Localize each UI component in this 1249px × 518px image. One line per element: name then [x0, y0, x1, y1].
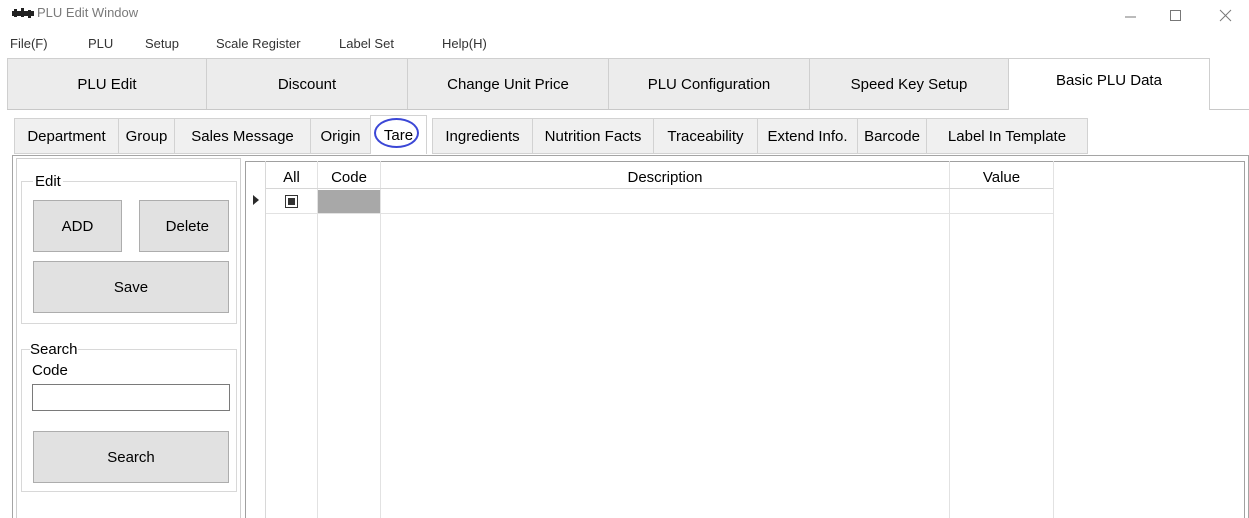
grid-col-divider: [317, 161, 318, 518]
subtab-extend-info[interactable]: Extend Info.: [757, 118, 858, 154]
menu-scale-register[interactable]: Scale Register: [216, 36, 301, 51]
column-header-all[interactable]: All: [266, 166, 317, 188]
subtab-group[interactable]: Group: [118, 118, 175, 154]
menu-plu[interactable]: PLU: [88, 36, 113, 51]
tare-data-grid[interactable]: [245, 161, 1245, 518]
subtab-sales-message[interactable]: Sales Message: [174, 118, 311, 154]
subtab-nutrition-facts[interactable]: Nutrition Facts: [532, 118, 654, 154]
tab-discount[interactable]: Discount: [206, 58, 408, 109]
minimize-button[interactable]: [1108, 0, 1154, 30]
maximize-icon: [1170, 10, 1181, 21]
grid-col-divider: [1053, 161, 1054, 518]
subtab-traceability[interactable]: Traceability: [653, 118, 758, 154]
maximize-button[interactable]: [1153, 0, 1199, 30]
header-divider: [266, 188, 1053, 189]
save-button[interactable]: Save: [33, 261, 229, 313]
tab-plu-configuration[interactable]: PLU Configuration: [608, 58, 810, 109]
grid-col-divider: [380, 161, 381, 518]
tab-basic-plu-data[interactable]: Basic PLU Data: [1008, 58, 1210, 110]
edit-group-legend: Edit: [33, 173, 63, 190]
tab-change-unit-price[interactable]: Change Unit Price: [407, 58, 609, 109]
subtab-department[interactable]: Department: [14, 118, 119, 154]
main-tab-strip: PLU Edit Discount Change Unit Price PLU …: [7, 58, 1249, 110]
subtab-tare[interactable]: Tare: [370, 115, 427, 154]
close-button[interactable]: [1203, 0, 1249, 30]
menu-bar: File(F) PLU Setup Scale Register Label S…: [0, 33, 1249, 55]
row-divider: [266, 213, 1053, 214]
column-header-code[interactable]: Code: [318, 166, 380, 188]
delete-button[interactable]: Delete: [139, 200, 229, 252]
search-group-legend: Search: [30, 341, 78, 358]
row-value-cell[interactable]: [950, 190, 1053, 213]
tab-speed-key-setup[interactable]: Speed Key Setup: [809, 58, 1009, 109]
title-bar: PLU Edit Window: [0, 0, 1249, 30]
subtab-origin[interactable]: Origin: [310, 118, 371, 154]
row-code-cell[interactable]: [318, 190, 380, 213]
grid-col-divider: [265, 161, 266, 518]
menu-help[interactable]: Help(H): [442, 36, 487, 51]
menu-label-set[interactable]: Label Set: [339, 36, 394, 51]
column-header-value[interactable]: Value: [950, 166, 1053, 188]
highlight-circle: [374, 118, 419, 148]
grid-col-divider: [949, 161, 950, 518]
subtab-ingredients[interactable]: Ingredients: [432, 118, 533, 154]
close-icon: [1219, 9, 1232, 22]
search-button[interactable]: Search: [33, 431, 229, 483]
column-header-description[interactable]: Description: [381, 166, 949, 188]
add-button[interactable]: ADD: [33, 200, 122, 252]
row-description-cell[interactable]: [381, 190, 949, 213]
menu-setup[interactable]: Setup: [145, 36, 179, 51]
row-select-checkbox[interactable]: [285, 195, 298, 208]
menu-file[interactable]: File(F): [10, 36, 48, 51]
code-search-input[interactable]: [32, 384, 230, 411]
tab-plu-edit[interactable]: PLU Edit: [7, 58, 207, 109]
window-title: PLU Edit Window: [37, 5, 139, 20]
code-label: Code: [32, 362, 68, 379]
minimize-icon: [1125, 16, 1136, 18]
subtab-barcode[interactable]: Barcode: [857, 118, 927, 154]
subtab-label-in-template[interactable]: Label In Template: [926, 118, 1088, 154]
current-row-indicator-icon: [253, 195, 259, 205]
app-logo-icon: [12, 8, 34, 18]
